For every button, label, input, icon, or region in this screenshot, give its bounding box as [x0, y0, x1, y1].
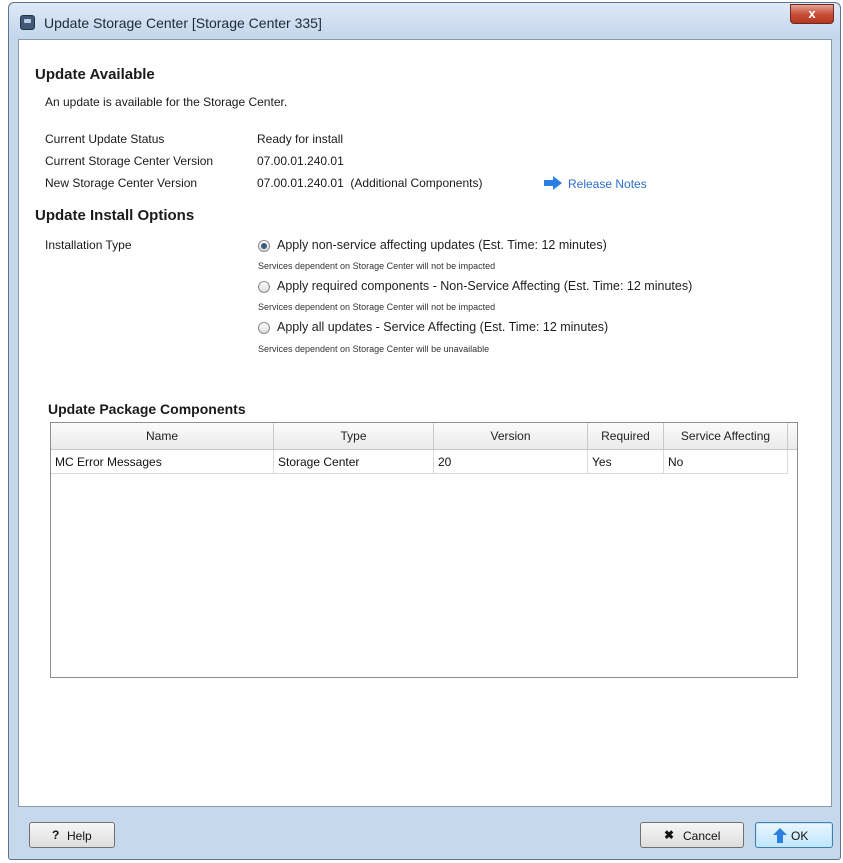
- x-icon: ✖: [664, 828, 675, 842]
- update-available-heading: Update Available: [35, 66, 155, 83]
- option-required-components-note: Services dependent on Storage Center wil…: [258, 302, 496, 312]
- new-version-value: 07.00.01.240.01 (Additional Components): [257, 176, 483, 190]
- current-version-value: 07.00.01.240.01: [257, 154, 344, 168]
- components-heading: Update Package Components: [48, 401, 246, 417]
- cancel-label: Cancel: [683, 829, 721, 843]
- radio-required-components[interactable]: [258, 281, 270, 293]
- close-button[interactable]: x: [790, 4, 834, 24]
- new-version-label: New Storage Center Version: [45, 176, 198, 190]
- components-table: Name Type Version Required Service Affec…: [50, 422, 798, 678]
- column-header-name[interactable]: Name: [51, 423, 274, 450]
- app-icon: [20, 15, 35, 30]
- help-button[interactable]: ? Help: [29, 822, 115, 848]
- cell-required: Yes: [588, 450, 664, 474]
- option-all-updates-note: Services dependent on Storage Center wil…: [258, 344, 490, 354]
- update-description: An update is available for the Storage C…: [45, 95, 288, 109]
- arrow-right-icon[interactable]: [544, 176, 562, 190]
- title-bar: Update Storage Center [Storage Center 33…: [9, 3, 840, 39]
- ok-button[interactable]: OK: [755, 822, 833, 848]
- status-value: Ready for install: [257, 132, 344, 146]
- column-header-type[interactable]: Type: [274, 423, 434, 450]
- window-title: Update Storage Center [Storage Center 33…: [44, 15, 322, 31]
- column-header-required[interactable]: Required: [588, 423, 664, 450]
- cell-version: 20: [434, 450, 588, 474]
- cancel-button[interactable]: ✖ Cancel: [640, 822, 744, 848]
- radio-all-updates[interactable]: [258, 322, 270, 334]
- install-options-heading: Update Install Options: [35, 207, 195, 224]
- column-header-filler: [788, 423, 797, 450]
- installation-type-label: Installation Type: [45, 238, 132, 252]
- up-arrow-icon: [773, 828, 787, 843]
- option-required-components-label[interactable]: Apply required components - Non-Service …: [277, 279, 692, 293]
- current-version-label: Current Storage Center Version: [45, 154, 214, 168]
- help-label: Help: [67, 829, 92, 843]
- cell-name: MC Error Messages: [51, 450, 274, 474]
- radio-non-service-affecting[interactable]: [258, 240, 270, 252]
- dialog-content: Update Available An update is available …: [18, 39, 832, 807]
- column-header-version[interactable]: Version: [434, 423, 588, 450]
- release-notes-link[interactable]: Release Notes: [568, 177, 647, 191]
- option-all-updates-label[interactable]: Apply all updates - Service Affecting (E…: [277, 320, 608, 334]
- option-non-service-affecting-label[interactable]: Apply non-service affecting updates (Est…: [277, 238, 607, 252]
- cell-service-affecting: No: [664, 450, 788, 474]
- ok-label: OK: [791, 829, 809, 843]
- status-label: Current Update Status: [45, 132, 165, 146]
- dialog-window: Update Storage Center [Storage Center 33…: [8, 2, 841, 860]
- cell-type: Storage Center: [274, 450, 434, 474]
- question-icon: ?: [52, 828, 60, 842]
- option-non-service-affecting-note: Services dependent on Storage Center wil…: [258, 261, 496, 271]
- column-header-service-affecting[interactable]: Service Affecting: [664, 423, 788, 450]
